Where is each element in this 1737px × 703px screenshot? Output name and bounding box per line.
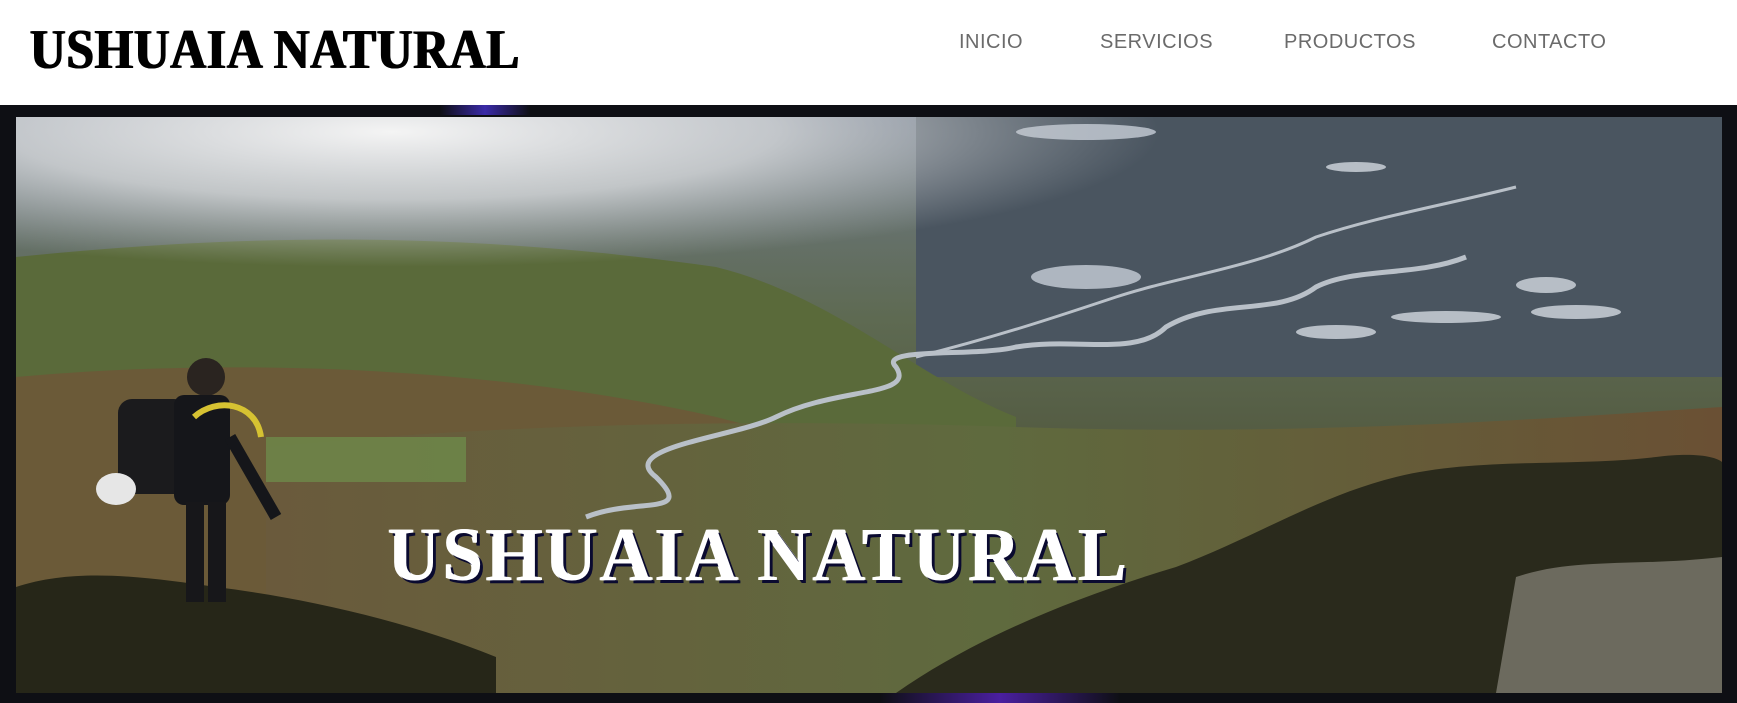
hero-landscape-image: USHUAIA NATURAL — [16, 117, 1722, 693]
hero-banner: USHUAIA NATURAL — [0, 105, 1737, 703]
landscape-illustration — [16, 117, 1722, 693]
main-nav: INICIO SERVICIOS PRODUCTOS CONTACTO — [0, 31, 1737, 61]
frame-glow-top — [440, 105, 530, 115]
hero-title: USHUAIA NATURAL — [388, 513, 1130, 597]
nav-item-contacto[interactable]: CONTACTO — [1492, 31, 1606, 54]
nav-item-inicio[interactable]: INICIO — [959, 31, 1023, 54]
site-header: USHUAIA NATURAL INICIO SERVICIOS PRODUCT… — [0, 0, 1737, 105]
nav-item-productos[interactable]: PRODUCTOS — [1284, 31, 1416, 54]
frame-glow-bottom — [880, 693, 1120, 703]
nav-item-servicios[interactable]: SERVICIOS — [1100, 31, 1213, 54]
